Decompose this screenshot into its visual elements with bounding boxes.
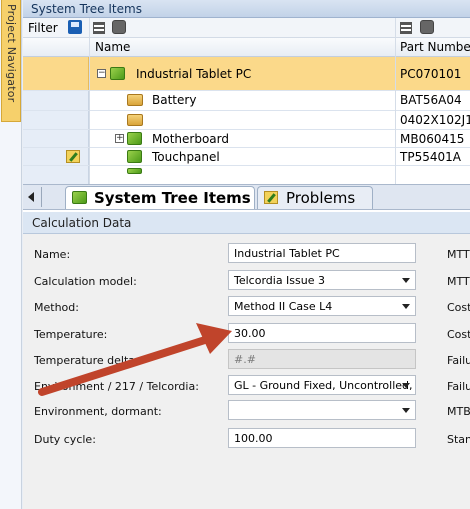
tree-row[interactable]: − Industrial Tablet PC PC070101 (23, 57, 470, 91)
tab-label: System Tree Items (94, 189, 251, 207)
tree-toolbar: Filter (23, 18, 470, 38)
name-field[interactable]: Industrial Tablet PC (228, 243, 416, 263)
part-number: TP55401A (400, 150, 461, 164)
tree-item-name: Industrial Tablet PC (136, 67, 252, 81)
environment-dormant-select[interactable] (228, 400, 416, 420)
temperature-label: Temperature: (34, 328, 108, 341)
clear-filter-icon[interactable] (112, 20, 126, 34)
name-label: Name: (34, 248, 71, 261)
column-divider (89, 18, 90, 188)
column-divider (395, 18, 396, 188)
tree-item-name: Motherboard (152, 132, 229, 146)
tree-row[interactable]: Touchpanel TP55401A (23, 148, 470, 166)
assembly-icon (110, 67, 125, 80)
collapse-toggle[interactable]: − (97, 69, 106, 78)
environment-dormant-label: Environment, dormant: (34, 405, 162, 418)
assembly-icon (127, 132, 142, 145)
tree-row[interactable]: + Motherboard MB060415 (23, 130, 470, 148)
assembly-icon (127, 150, 142, 163)
project-navigator-tab[interactable]: Project Navigator (1, 0, 21, 122)
part-number: PC070101 (400, 67, 462, 81)
selected-value: Telcordia Issue 3 (234, 274, 325, 287)
tree-row[interactable]: Battery BAT56A04 (23, 91, 470, 111)
column-header-name[interactable]: Name (95, 40, 130, 54)
right-column-label: Cost (447, 301, 470, 314)
row-gutter (23, 166, 89, 184)
method-label: Method: (34, 301, 79, 314)
column-chooser-icon[interactable] (93, 22, 105, 34)
scroll-left-icon[interactable] (28, 192, 34, 202)
tree-column-headers: Name Part Number (23, 38, 470, 57)
calculation-model-label: Calculation model: (34, 275, 137, 288)
system-tree-panel: System Tree Items Filter Name Part Numbe… (23, 0, 470, 212)
divider (41, 187, 42, 207)
column-chooser-icon[interactable] (400, 22, 412, 34)
tab-label: Problems (286, 189, 356, 207)
right-column-label: Stan (447, 433, 470, 446)
tree-item-name: Touchpanel (152, 150, 220, 164)
assembly-icon (127, 168, 142, 174)
chevron-down-icon (402, 383, 410, 388)
environment-label: Environment / 217 / Telcordia: (34, 380, 199, 393)
right-column-label: MTTI (447, 248, 470, 261)
right-column-label: Cost (447, 328, 470, 341)
right-column-label: Failu (447, 354, 470, 367)
panel-tabs-bar: System Tree Items Problems (23, 184, 470, 210)
right-column-label: MTBI (447, 405, 470, 418)
right-column-label: Failu (447, 380, 470, 393)
tab-system-tree-items[interactable]: System Tree Items (65, 186, 255, 209)
duty-cycle-field[interactable]: 100.00 (228, 428, 416, 448)
selected-value: GL - Ground Fixed, Uncontrolled, L (234, 379, 416, 392)
project-navigator-strip: Project Navigator (0, 0, 22, 509)
duty-cycle-label: Duty cycle: (34, 433, 96, 446)
column-header-part-number[interactable]: Part Number (400, 40, 470, 54)
panel-title: System Tree Items (23, 0, 470, 18)
part-number: 0402X102J1G (400, 113, 470, 127)
tree-row[interactable] (23, 166, 470, 184)
part-number: BAT56A04 (400, 93, 462, 107)
row-gutter (23, 130, 89, 147)
problem-icon (264, 191, 278, 204)
calculation-model-select[interactable]: Telcordia Issue 3 (228, 270, 416, 290)
chevron-down-icon (402, 304, 410, 309)
assembly-icon (72, 191, 87, 204)
row-gutter (23, 91, 89, 110)
right-column-label: MTTI (447, 275, 470, 288)
calculation-data-panel: Calculation Data Name: Industrial Tablet… (23, 212, 470, 509)
part-icon (127, 114, 143, 126)
row-gutter (23, 111, 89, 129)
problem-icon (66, 150, 80, 163)
row-gutter (23, 148, 89, 165)
row-gutter (23, 57, 89, 90)
expand-toggle[interactable]: + (115, 134, 124, 143)
clear-filter-icon[interactable] (420, 20, 434, 34)
panel-title: Calculation Data (23, 212, 470, 234)
chevron-down-icon (402, 278, 410, 283)
selected-value: Method II Case L4 (234, 300, 333, 313)
part-number: MB060415 (400, 132, 465, 146)
filter-label: Filter (28, 21, 58, 35)
tree-item-name: Battery (152, 93, 197, 107)
tree-row[interactable]: 0402X102J1G (23, 111, 470, 130)
temperature-field[interactable]: 30.00 (228, 323, 416, 343)
method-select[interactable]: Method II Case L4 (228, 296, 416, 316)
temperature-delta-label: Temperature delta: (34, 354, 139, 367)
project-navigator-label: Project Navigator (5, 4, 18, 103)
temperature-delta-field: #.# (228, 349, 416, 369)
chevron-down-icon (402, 408, 410, 413)
save-icon[interactable] (68, 20, 82, 34)
tab-problems[interactable]: Problems (257, 186, 373, 209)
part-icon (127, 94, 143, 106)
environment-select[interactable]: GL - Ground Fixed, Uncontrolled, L (228, 375, 416, 395)
